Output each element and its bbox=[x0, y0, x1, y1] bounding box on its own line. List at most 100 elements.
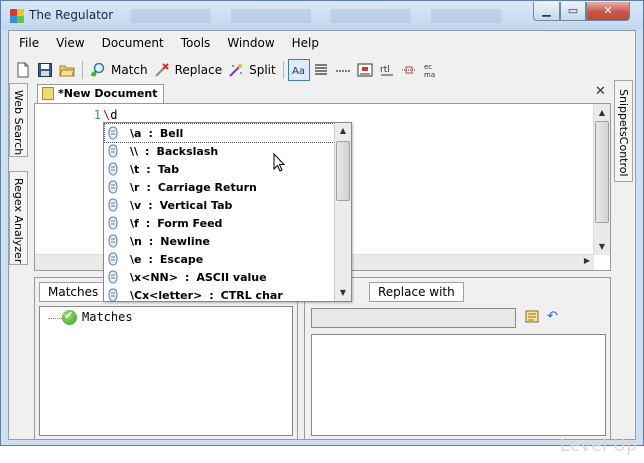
autocomplete-code: \e bbox=[130, 252, 142, 266]
replace-preview-icon[interactable] bbox=[525, 310, 541, 324]
popup-scroll-down-icon[interactable]: ▼ bbox=[335, 285, 351, 301]
tab-regex-analyzer[interactable]: Regex Analyzer bbox=[9, 171, 28, 265]
menu-file[interactable]: File bbox=[9, 35, 46, 55]
menu-help[interactable]: Help bbox=[282, 35, 326, 55]
scroll-down-icon[interactable]: ▼ bbox=[594, 238, 610, 255]
rtl-icon: rtl bbox=[380, 65, 393, 76]
escape-sequence-icon bbox=[108, 198, 118, 212]
popup-scroll-up-icon[interactable]: ▲ bbox=[335, 123, 351, 139]
autocomplete-code: \t bbox=[130, 162, 140, 176]
watermark: Level Up bbox=[560, 436, 638, 456]
autocomplete-code: \a bbox=[130, 126, 142, 140]
right-to-left-toggle[interactable]: rtl bbox=[376, 59, 398, 81]
tab-new-document-label: *New Document bbox=[58, 87, 158, 100]
autocomplete-separator: : bbox=[148, 234, 154, 248]
replace-icon bbox=[154, 63, 169, 77]
menu-tools[interactable]: Tools bbox=[171, 35, 218, 55]
multiline-toggle[interactable] bbox=[310, 59, 332, 81]
autocomplete-item[interactable]: \x<NN>: ASCII value bbox=[105, 268, 334, 286]
tab-web-search[interactable]: Web Search bbox=[9, 83, 28, 157]
singleline-toggle[interactable] bbox=[332, 59, 354, 81]
autocomplete-code: \n bbox=[130, 234, 142, 248]
replace-button[interactable]: Replace bbox=[151, 59, 225, 81]
scroll-right-icon[interactable]: ▶ bbox=[584, 256, 590, 265]
match-button[interactable]: Match bbox=[87, 59, 151, 81]
autocomplete-code: \v bbox=[130, 198, 142, 212]
autocomplete-item[interactable]: \v: Vertical Tab bbox=[105, 196, 334, 214]
escape-sequence-icon bbox=[108, 270, 118, 284]
editor-vertical-scrollbar[interactable]: ▲ ▼ bbox=[593, 104, 610, 255]
escape-sequence-icon bbox=[108, 162, 118, 176]
autocomplete-popup[interactable]: \a: Bell \\: Backslash \t: Tab \r: Carriage Ret… bbox=[103, 122, 352, 302]
case-sensitive-toggle[interactable]: Aa bbox=[287, 59, 310, 81]
menu-document[interactable]: Document bbox=[92, 35, 171, 55]
close-document-icon[interactable]: ✕ bbox=[595, 84, 606, 99]
autocomplete-desc: Form Feed bbox=[157, 216, 223, 230]
tree-root-label[interactable]: Matches bbox=[82, 310, 133, 324]
svg-text:Aa: Aa bbox=[292, 66, 305, 77]
escape-sequence-icon bbox=[108, 252, 118, 266]
autocomplete-desc: CTRL char bbox=[220, 288, 283, 302]
tab-regex-analyzer-label: Regex Analyzer bbox=[12, 178, 25, 264]
explicit-capture-toggle[interactable] bbox=[354, 59, 376, 81]
toolbar-separator bbox=[82, 61, 83, 79]
autocomplete-desc: Tab bbox=[157, 162, 180, 176]
split-button[interactable]: Split bbox=[225, 59, 279, 81]
autocomplete-item[interactable]: \e: Escape bbox=[105, 250, 334, 268]
toolbar: Match Replace Split Aa rtl ec ma bbox=[12, 57, 632, 83]
autocomplete-item[interactable]: \f: Form Feed bbox=[105, 214, 334, 232]
scroll-up-icon[interactable]: ▲ bbox=[594, 104, 610, 121]
autocomplete-code: \Cx<letter> bbox=[130, 288, 203, 302]
autocomplete-item[interactable]: \a: Bell bbox=[104, 123, 335, 143]
replace-result-area[interactable] bbox=[311, 334, 606, 436]
svg-text:ec: ec bbox=[424, 63, 432, 71]
popup-scrollbar[interactable]: ▲ ▼ bbox=[334, 123, 351, 301]
toolbar-separator bbox=[282, 61, 284, 79]
escape-sequence-icon bbox=[108, 126, 118, 140]
singleline-icon bbox=[335, 70, 350, 72]
tab-snippets-label: SnippetsControl bbox=[617, 89, 630, 177]
menu-window[interactable]: Window bbox=[217, 35, 281, 55]
close-button[interactable]: ✕ bbox=[586, 2, 630, 21]
autocomplete-desc: Vertical Tab bbox=[159, 198, 233, 212]
undo-icon[interactable]: ↶ bbox=[547, 309, 558, 324]
autocomplete-separator: : bbox=[145, 216, 151, 230]
autocomplete-item[interactable]: \t: Tab bbox=[105, 160, 334, 178]
mouse-cursor-icon bbox=[273, 153, 286, 172]
save-button[interactable] bbox=[34, 59, 56, 81]
title-bar[interactable]: The Regulator ▁ ▭ ✕ bbox=[1, 1, 643, 30]
new-document-button[interactable] bbox=[12, 59, 34, 81]
replace-input[interactable] bbox=[311, 308, 516, 328]
tab-new-document[interactable]: *New Document bbox=[37, 84, 165, 103]
autocomplete-desc: Escape bbox=[159, 252, 204, 266]
tab-matches[interactable]: Matches bbox=[39, 282, 108, 302]
autocomplete-item[interactable]: \n: Newline bbox=[105, 232, 334, 250]
autocomplete-item[interactable]: \\: Backslash bbox=[105, 142, 334, 160]
match-label: Match bbox=[111, 63, 148, 77]
autocomplete-item[interactable]: \Cx<letter>: CTRL char bbox=[105, 286, 334, 302]
autocomplete-code: \x<NN> bbox=[130, 270, 178, 284]
tab-replace-with[interactable]: Replace with bbox=[369, 282, 464, 302]
popup-scroll-thumb[interactable] bbox=[336, 141, 350, 201]
menu-view[interactable]: View bbox=[46, 35, 91, 55]
ignore-whitespace-icon bbox=[401, 66, 416, 74]
autocomplete-separator: : bbox=[148, 252, 153, 266]
new-document-icon bbox=[17, 62, 29, 78]
open-folder-icon bbox=[59, 65, 75, 77]
autocomplete-separator: : bbox=[184, 270, 190, 284]
autocomplete-separator: : bbox=[148, 126, 153, 140]
scroll-thumb[interactable] bbox=[595, 121, 609, 223]
minimize-button[interactable]: ▁ bbox=[533, 2, 560, 21]
regex-text[interactable]: \d bbox=[103, 108, 117, 122]
ignore-whitespace-toggle[interactable] bbox=[398, 59, 420, 81]
autocomplete-item[interactable]: \r: Carriage Return bbox=[105, 178, 334, 196]
maximize-button[interactable]: ▭ bbox=[560, 2, 586, 21]
ecma-script-toggle[interactable]: ec ma bbox=[420, 59, 442, 81]
line-number: 1 bbox=[93, 108, 101, 122]
matches-tree[interactable]: Matches bbox=[39, 306, 293, 436]
autocomplete-separator: : bbox=[146, 180, 151, 194]
tab-snippets-control[interactable]: SnippetsControl bbox=[614, 80, 633, 182]
autocomplete-desc: Backslash bbox=[156, 144, 219, 158]
open-button[interactable] bbox=[56, 59, 78, 81]
save-icon bbox=[38, 63, 52, 77]
